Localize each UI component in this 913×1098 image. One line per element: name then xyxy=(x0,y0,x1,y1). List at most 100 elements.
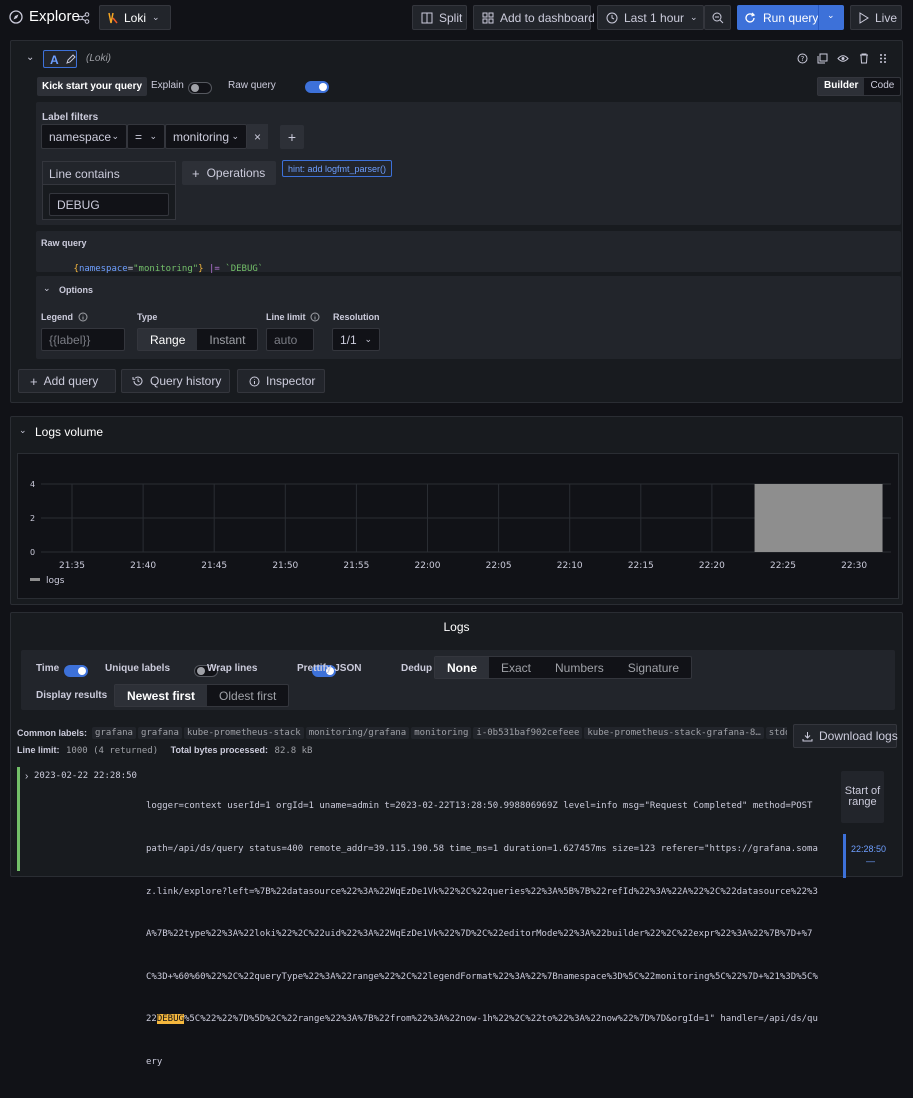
run-query-divider xyxy=(818,5,819,30)
dedup-signature[interactable]: Signature xyxy=(616,657,691,678)
inspector-label: Inspector xyxy=(266,374,316,388)
bytes-processed-value: 82.8 kB xyxy=(274,746,313,756)
line-contains-value: DEBUG xyxy=(57,197,100,212)
zoom-out-button[interactable] xyxy=(704,5,731,30)
filter-operator-value: = xyxy=(135,129,143,144)
x-tick-label: 22:15 xyxy=(628,561,654,571)
resolution-select[interactable]: 1/1 ⌄ xyxy=(332,328,380,351)
query-ref-badge[interactable]: A xyxy=(43,50,77,68)
dedup-switch: None Exact Numbers Signature xyxy=(434,656,693,679)
time-range-picker[interactable]: Last 1 hour ⌄ xyxy=(597,5,704,30)
line-contains-title: Line contains xyxy=(49,167,120,181)
y-tick-label: 4 xyxy=(30,480,35,489)
add-query-button[interactable]: + Add query xyxy=(18,369,116,393)
compass-icon xyxy=(9,10,23,24)
expand-chevron-icon[interactable]: › xyxy=(25,771,28,782)
x-tick-label: 21:45 xyxy=(201,561,227,571)
filter-operator-select[interactable]: = ⌄ xyxy=(127,124,165,149)
inspector-button[interactable]: Inspector xyxy=(237,369,325,393)
order-newest[interactable]: Newest first xyxy=(115,685,208,706)
explain-toggle[interactable] xyxy=(188,81,212,94)
operations-button[interactable]: + Operations xyxy=(182,161,276,185)
live-button[interactable]: Live xyxy=(850,5,902,30)
x-tick-label: 22:20 xyxy=(699,561,725,571)
filter-label-select[interactable]: namespace ⌄ xyxy=(41,124,127,149)
hint-label: hint: add logfmt_parser() xyxy=(288,163,387,174)
split-button[interactable]: Split xyxy=(412,5,467,30)
start-of-range-button[interactable]: Start of range xyxy=(841,771,884,823)
dedup-numbers[interactable]: Numbers xyxy=(543,657,616,678)
drag-handle-icon[interactable] xyxy=(879,53,887,64)
common-label-tag: monitoring xyxy=(411,727,472,739)
datasource-picker[interactable]: Loki ⌄ xyxy=(99,5,171,30)
mode-code[interactable]: Code xyxy=(864,78,900,95)
loki-logo-icon xyxy=(108,12,118,24)
volume-chart-svg: 0 2 4 21:35 21:40 21:45 21:50 21:55 22:00 22:05 22… xyxy=(30,480,891,586)
datasource-name: Loki xyxy=(124,10,147,25)
query-history-label: Query history xyxy=(150,374,222,388)
add-query-label: Add query xyxy=(43,374,99,388)
display-results-label: Display results xyxy=(36,690,108,701)
zoom-out-icon xyxy=(712,12,724,24)
live-label: Live xyxy=(875,10,898,25)
legend-label: Legend xyxy=(41,312,74,322)
x-tick-label: 21:50 xyxy=(272,561,298,571)
label-filters-title: Label filters xyxy=(42,112,99,123)
kick-start-button[interactable]: Kick start your query xyxy=(37,77,148,96)
log-row[interactable]: › 2023-02-22 22:28:50 logger=context use… xyxy=(17,767,835,1067)
raw-query-toggle[interactable] xyxy=(305,80,330,93)
common-label-tag: monitoring/grafana xyxy=(305,727,410,739)
raw-query-toggle-label: Raw query xyxy=(228,80,276,91)
dedup-exact[interactable]: Exact xyxy=(489,657,543,678)
legend-input[interactable]: {{label}} xyxy=(41,328,125,351)
common-label-tag: kube-prometheus-stack-grafana-8… xyxy=(584,727,764,739)
remove-filter-button[interactable]: × xyxy=(247,124,268,149)
trash-icon[interactable] xyxy=(859,53,869,64)
raw-string: `DEBUG` xyxy=(225,264,264,274)
kick-start-label: Kick start your query xyxy=(42,81,143,92)
run-query-button[interactable]: Run query ⌄ xyxy=(737,5,844,30)
info-icon xyxy=(310,312,320,322)
raw-query-title: Raw query xyxy=(41,238,87,248)
eye-icon[interactable] xyxy=(837,54,849,63)
apps-icon xyxy=(482,12,494,24)
chevron-down-icon: ⌄ xyxy=(231,131,239,141)
order-oldest[interactable]: Oldest first xyxy=(207,685,288,706)
line-limit-meta-value: 1000 (4 returned) xyxy=(66,746,159,756)
resolution-label: Resolution xyxy=(333,312,380,322)
dedup-none[interactable]: None xyxy=(435,657,489,678)
line-contains-input[interactable]: DEBUG xyxy=(49,193,169,216)
share-icon[interactable] xyxy=(78,12,90,24)
refresh-icon xyxy=(744,12,756,24)
chevron-down-icon[interactable]: ⌄ xyxy=(827,10,835,21)
chevron-down-icon[interactable]: ⌄ xyxy=(19,425,27,436)
add-to-dashboard-button[interactable]: Add to dashboard xyxy=(473,5,595,30)
time-toggle[interactable] xyxy=(64,664,88,677)
type-range[interactable]: Range xyxy=(138,329,198,350)
chevron-down-icon[interactable]: ⌄ xyxy=(26,52,34,63)
line-limit-input[interactable]: auto xyxy=(266,328,314,351)
chevron-down-icon: ⌄ xyxy=(152,12,160,22)
copy-icon[interactable] xyxy=(817,53,828,64)
logs-volume-panel: ⌄ Logs volume 0 2 4 21:35 21:40 21:45 21:50 21:… xyxy=(10,416,903,605)
line-limit-meta-label: Line limit: xyxy=(17,745,60,755)
common-labels-row: Common labels: grafana grafana kube-prom… xyxy=(17,727,787,739)
mode-builder[interactable]: Builder xyxy=(818,78,865,95)
pencil-icon[interactable] xyxy=(66,54,76,64)
hint-button[interactable]: hint: add logfmt_parser() xyxy=(282,160,393,177)
x-tick-label: 22:10 xyxy=(557,561,583,571)
download-logs-button[interactable]: Download logs xyxy=(793,724,898,748)
legend-swatch xyxy=(30,578,40,581)
query-history-button[interactable]: Query history xyxy=(121,369,230,393)
log-line: logger=context userId=1 orgId=1 uname=ad… xyxy=(146,771,818,1098)
log-level-bar xyxy=(17,767,20,871)
resolution-value: 1/1 xyxy=(340,332,357,347)
type-instant[interactable]: Instant xyxy=(197,329,257,350)
split-icon xyxy=(421,12,433,24)
add-filter-button[interactable]: + xyxy=(280,125,304,149)
common-label-tag: i-0b531baf902cefeee xyxy=(473,727,583,739)
help-icon[interactable]: ? xyxy=(797,53,808,64)
filter-value-select[interactable]: monitoring ⌄ xyxy=(165,124,247,149)
filter-value-value: monitoring xyxy=(173,129,230,144)
chevron-down-icon[interactable]: ⌄ xyxy=(43,283,51,294)
